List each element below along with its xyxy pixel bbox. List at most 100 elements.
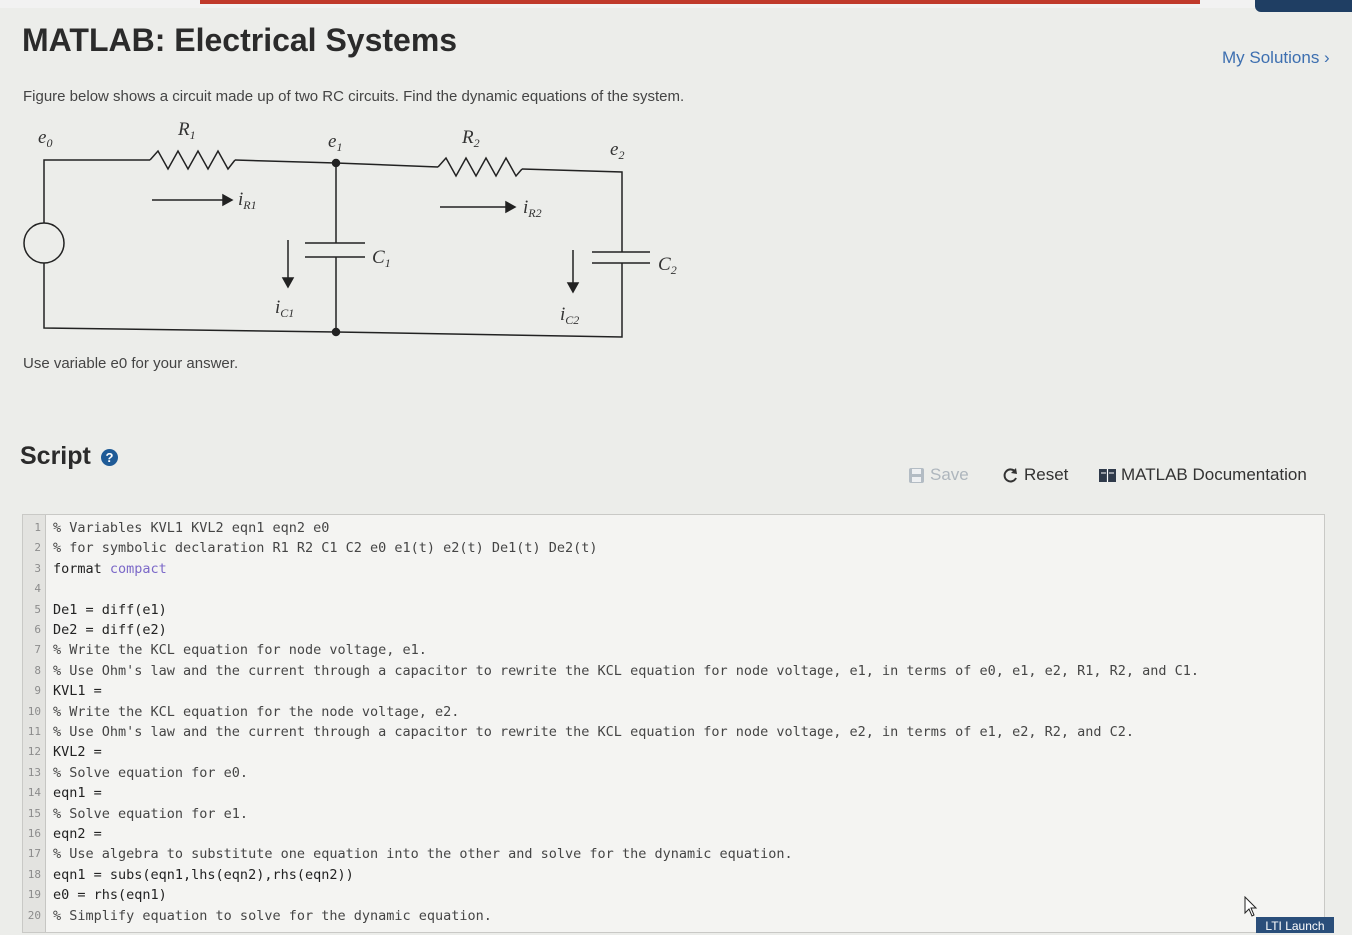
label-e0-sub: 0 [46,136,52,150]
matlab-documentation-button[interactable]: MATLAB Documentation [1099,465,1307,485]
line-number: 5 [34,602,41,616]
svg-text:iC2: iC2 [560,304,579,327]
page-title: MATLAB: Electrical Systems [22,22,458,58]
label-c2-sub: 2 [671,263,677,277]
line-number: 10 [27,704,41,718]
save-icon [909,467,924,483]
code-text: KVL2 = [53,744,102,761]
code-line[interactable]: 10 % Write the KCL equation for the node … [23,703,1324,723]
svg-text:e2: e2 [610,139,624,162]
save-label: Save [930,465,969,484]
label-r2-sub: 2 [474,136,480,150]
line-number: 20 [27,908,41,922]
book-icon [1099,468,1116,482]
svg-text:iC1: iC1 [275,297,294,320]
code-line[interactable]: 7 % Write the KCL equation for node volta… [23,641,1324,661]
code-text: De1 = diff(e1) [53,601,167,618]
code-text: % Variables KVL1 KVL2 eqn1 eqn2 e0 [53,520,330,536]
code-text: % Write the KCL equation for the node vo… [53,703,460,720]
code-text: eqn1 = subs(eqn1,lhs(eqn2),rhs(eqn2)) [53,866,354,883]
code-line[interactable]: 16 eqn2 = [23,825,1324,845]
code-line[interactable]: 6 De2 = diff(e2) [23,621,1324,641]
my-solutions-link[interactable]: My Solutions › [1222,48,1330,68]
code-line[interactable]: 5 De1 = diff(e1) [23,601,1324,621]
line-number: 9 [34,684,41,698]
code-line[interactable]: 19 e0 = rhs(eqn1) [23,886,1324,906]
line-number: 16 [27,827,41,840]
code-text: eqn2 = [53,826,102,842]
line-number: 3 [34,561,41,575]
svg-text:e1: e1 [328,131,342,154]
lti-launch-button[interactable]: LTI Launch [1256,917,1334,933]
line-number: 2 [34,541,41,555]
reset-button[interactable]: Reset [1002,465,1068,485]
label-e1: e [328,131,336,152]
code-line[interactable]: 3 format compact [23,560,1324,580]
script-heading: Script [20,442,91,470]
label-ir1-sub: R1 [242,198,256,212]
code-text: % Use algebra to substitute one equation… [53,846,793,863]
code-editor[interactable]: 1 % Variables KVL1 KVL2 eqn1 eqn2 e0 2 % fo… [22,514,1325,933]
line-number: 11 [27,725,41,738]
code-text: % Solve equation for e0. [53,764,249,781]
label-c1-sub: 1 [385,256,391,270]
line-number: 14 [27,786,41,800]
help-icon[interactable]: ? [101,449,118,466]
svg-text:R1: R1 [177,119,196,142]
code-line[interactable]: 18 eqn1 = subs(eqn1,lhs(eqn2),rhs(eqn2)) [23,866,1324,886]
code-text: % Use Ohm's law and the current through … [53,724,1134,740]
documentation-label: MATLAB Documentation [1121,465,1307,484]
code-line[interactable]: 13 % Solve equation for e0. [23,764,1324,784]
code-line[interactable]: 14 eqn1 = [23,784,1324,804]
code-text: % Solve equation for e1. [53,805,249,822]
label-r2: R [461,127,474,148]
code-line[interactable]: 11 % Use Ohm's law and the current throug… [23,723,1324,743]
circuit-diagram: e0 R1 e1 R2 e2 iR1 iR2 C1 C2 iC1 iC2 [23,119,677,338]
label-r1-sub: 1 [190,128,196,142]
svg-text:C2: C2 [658,254,677,277]
label-e0: e [38,127,46,148]
problem-description: Figure below shows a circuit made up of … [23,88,685,105]
code-text: % for symbolic declaration R1 R2 C1 C2 e… [53,540,598,557]
code-text: e0 = rhs(eqn1) [53,887,167,904]
line-number: 6 [34,623,41,636]
line-number: 15 [27,806,41,820]
answer-hint: Use variable e0 for your answer. [23,355,239,372]
string-argument: compact [109,560,167,577]
svg-text:R2: R2 [461,127,480,150]
code-text: % Simplify equation to solve for the dyn… [53,907,492,924]
save-button[interactable]: Save [908,465,969,485]
code-line[interactable]: 15 % Solve equation for e1. [23,805,1324,825]
code-line[interactable]: 4 [23,580,1324,600]
code-text: % Use Ohm's law and the current through … [53,662,1200,679]
code-line[interactable]: 2 % for symbolic declaration R1 R2 C1 C2 … [23,539,1324,559]
code-line[interactable]: 1 % Variables KVL1 KVL2 eqn1 eqn2 e0 [23,519,1324,539]
svg-text:e0: e0 [38,127,52,150]
label-e2: e [610,139,618,160]
code-line[interactable]: 12 KVL2 = [23,743,1324,763]
line-number: 4 [34,582,41,596]
label-e1-sub: 1 [336,140,342,154]
code-text: format compact [53,560,167,577]
code-line[interactable]: 8 % Use Ohm's law and the current through… [23,662,1324,682]
svg-text:iR2: iR2 [523,197,542,220]
code-line[interactable]: 17 % Use algebra to substitute one equati… [23,845,1324,865]
top-bar [0,0,1352,12]
line-number: 1 [34,521,41,534]
code-line[interactable]: 9 KVL1 = [23,682,1324,702]
top-user-menu[interactable] [1255,0,1352,12]
code-text: De2 = diff(e2) [53,622,167,638]
code-line[interactable]: 20 % Simplify equation to solve for the d… [23,907,1324,927]
label-c2: C [658,254,671,275]
reset-label: Reset [1024,465,1069,484]
label-ic1-sub: C1 [280,306,294,320]
code-text: eqn1 = [53,785,102,802]
line-number: 13 [27,765,41,779]
svg-text:C1: C1 [372,247,391,270]
svg-text:iR1: iR1 [238,189,257,212]
line-number: 17 [27,847,41,861]
line-number: 19 [27,888,41,902]
code-text: KVL1 = [53,683,102,700]
top-accent-bar [200,0,1200,4]
line-number: 18 [27,867,41,881]
